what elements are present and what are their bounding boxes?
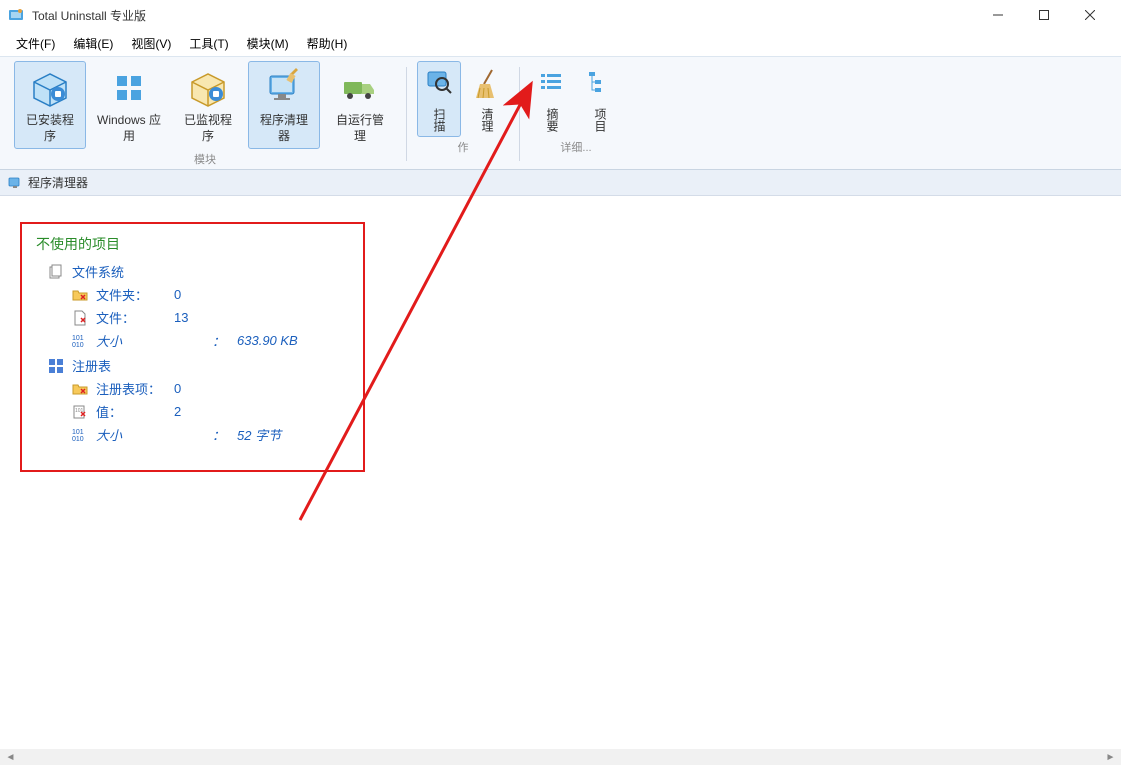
- values-label: 值：: [96, 402, 166, 421]
- ribbon: 已安装程 序 Windows 应 用 已监视程 序 程序清理 器: [0, 56, 1121, 170]
- keys-value: 0: [174, 381, 181, 396]
- ribbon-label: 自运行管 理: [336, 112, 384, 144]
- ribbon-scan[interactable]: 扫描: [417, 61, 461, 137]
- values-value: 2: [174, 404, 181, 419]
- registry-size-value: 52 字节: [237, 425, 281, 444]
- ribbon-label: Windows 应 用: [97, 112, 161, 144]
- ribbon-group-label: 详细...: [560, 139, 591, 155]
- svg-text:010: 010: [72, 436, 84, 443]
- registry-icon: [48, 358, 64, 374]
- menu-help[interactable]: 帮助(H): [299, 32, 356, 55]
- ribbon-program-cleaner[interactable]: 程序清理 器: [248, 61, 320, 149]
- broom-icon: [472, 66, 502, 106]
- summary-box: 不使用的项目 文件系统 文件夹： 0 文件： 13 101010: [20, 222, 365, 472]
- tree-icon: [585, 66, 615, 106]
- close-button[interactable]: [1067, 0, 1113, 30]
- truck-icon: [338, 66, 382, 110]
- menu-view[interactable]: 视图(V): [123, 32, 179, 55]
- key-x-icon: [72, 381, 88, 397]
- registry-keys-row: 注册表项： 0: [72, 379, 349, 398]
- ribbon-label: 程序清理 器: [260, 112, 308, 144]
- ribbon-group-modules: 已安装程 序 Windows 应 用 已监视程 序 程序清理 器: [10, 61, 400, 167]
- cleaner-icon: [262, 66, 306, 110]
- filesystem-size-row: 101010 大小 ： 633.90 KB: [72, 331, 349, 350]
- files-value: 13: [174, 310, 188, 325]
- size-label: 大小: [96, 425, 204, 444]
- ribbon-group-details: 摘要 项目 详细...: [526, 61, 626, 167]
- svg-text:010: 010: [72, 342, 84, 349]
- horizontal-scrollbar[interactable]: ◄ ►: [0, 749, 1121, 765]
- menubar: 文件(F) 编辑(E) 视图(V) 工具(T) 模块(M) 帮助(H): [0, 30, 1121, 56]
- ribbon-items[interactable]: 项目: [578, 61, 622, 137]
- scroll-right-arrow[interactable]: ►: [1102, 750, 1119, 764]
- menu-edit[interactable]: 编辑(E): [65, 32, 121, 55]
- ribbon-group-label: 作: [458, 139, 469, 155]
- ribbon-label: 摘要: [545, 108, 559, 132]
- ribbon-separator: [519, 67, 520, 161]
- registry-section: 注册表: [48, 356, 349, 375]
- ribbon-label: 已监视程 序: [184, 112, 232, 144]
- ribbon-separator: [406, 67, 407, 161]
- maximize-button[interactable]: [1021, 0, 1067, 30]
- ribbon-clean[interactable]: 清理: [465, 61, 509, 137]
- ribbon-group-actions: 扫描 清理 作: [413, 61, 513, 167]
- folders-label: 文件夹：: [96, 285, 166, 304]
- apps-icon: [107, 66, 151, 110]
- value-x-icon: 101: [72, 404, 88, 420]
- cleaner-small-icon: [8, 176, 22, 190]
- ribbon-summary[interactable]: 摘要: [530, 61, 574, 137]
- ribbon-group-label: 模块: [194, 151, 216, 167]
- size-sep: ：: [212, 425, 225, 444]
- ribbon-installed-programs[interactable]: 已安装程 序: [14, 61, 86, 149]
- files-icon: [48, 264, 64, 280]
- keys-label: 注册表项：: [96, 379, 166, 398]
- ribbon-label: 扫描: [432, 108, 446, 132]
- app-icon: [8, 7, 24, 23]
- binary-icon: 101010: [72, 427, 88, 443]
- ribbon-label: 项目: [593, 108, 607, 132]
- folder-x-icon: [72, 287, 88, 303]
- ribbon-windows-apps[interactable]: Windows 应 用: [90, 61, 168, 149]
- svg-text:101: 101: [72, 335, 84, 342]
- size-label: 大小: [96, 331, 204, 350]
- menu-file[interactable]: 文件(F): [8, 32, 63, 55]
- filesystem-label: 文件系统: [72, 262, 124, 281]
- menu-tools[interactable]: 工具(T): [181, 32, 236, 55]
- box-icon: [28, 66, 72, 110]
- size-sep: ：: [212, 331, 225, 350]
- menu-modules[interactable]: 模块(M): [239, 32, 297, 55]
- scroll-left-arrow[interactable]: ◄: [2, 750, 19, 764]
- svg-text:101: 101: [72, 429, 84, 436]
- panel-title: 程序清理器: [28, 174, 88, 191]
- ribbon-autorun-manager[interactable]: 自运行管 理: [324, 61, 396, 149]
- box-monitor-icon: [186, 66, 230, 110]
- summary-title: 不使用的项目: [36, 234, 349, 254]
- binary-icon: 101010: [72, 333, 88, 349]
- ribbon-monitored-programs[interactable]: 已监视程 序: [172, 61, 244, 149]
- folders-row: 文件夹： 0: [72, 285, 349, 304]
- registry-label: 注册表: [72, 356, 111, 375]
- window-controls: [975, 0, 1113, 30]
- files-label: 文件：: [96, 308, 166, 327]
- registry-values-row: 101 值： 2: [72, 402, 349, 421]
- folders-value: 0: [174, 287, 181, 302]
- titlebar: Total Uninstall 专业版: [0, 0, 1121, 30]
- files-row: 文件： 13: [72, 308, 349, 327]
- minimize-button[interactable]: [975, 0, 1021, 30]
- list-icon: [537, 66, 567, 106]
- ribbon-label: 清理: [480, 108, 494, 132]
- magnifier-icon: [424, 66, 454, 106]
- content-area: 不使用的项目 文件系统 文件夹： 0 文件： 13 101010: [0, 196, 1121, 733]
- panel-header: 程序清理器: [0, 170, 1121, 196]
- registry-size-row: 101010 大小 ： 52 字节: [72, 425, 349, 444]
- filesystem-section: 文件系统: [48, 262, 349, 281]
- file-x-icon: [72, 310, 88, 326]
- ribbon-label: 已安装程 序: [26, 112, 74, 144]
- filesystem-size-value: 633.90 KB: [237, 333, 298, 348]
- window-title: Total Uninstall 专业版: [32, 7, 975, 24]
